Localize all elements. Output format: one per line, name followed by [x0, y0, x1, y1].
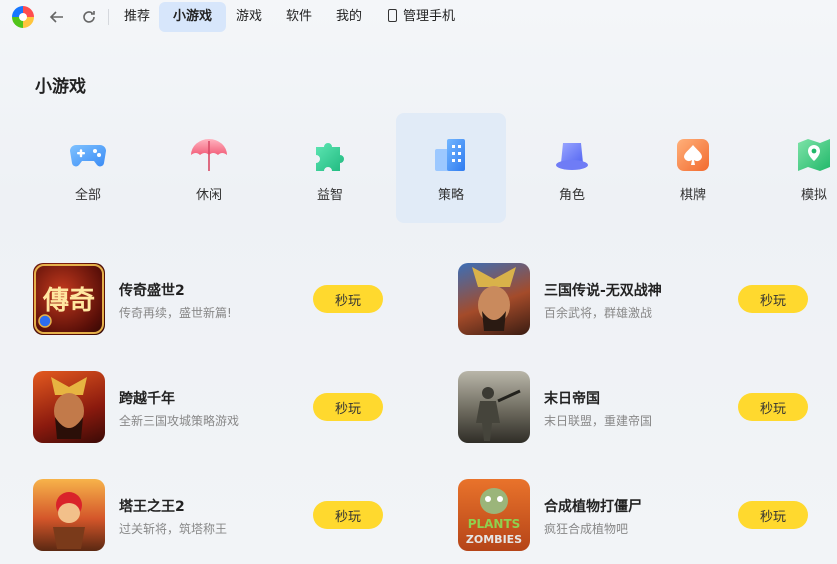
list-item[interactable]: 跨越千年 全新三国攻城策略游戏 秒玩 [33, 371, 393, 445]
category-label: 角色 [558, 188, 585, 203]
instant-play-button[interactable]: 秒玩 [313, 501, 383, 529]
spade-card-icon [673, 135, 713, 175]
instant-play-button[interactable]: 秒玩 [738, 393, 808, 421]
game-description: 过关斩将，筑塔称王 [119, 522, 228, 536]
game-title: 跨越千年 [119, 391, 175, 407]
list-item[interactable]: 末日帝国 末日联盟，重建帝国 秒玩 [458, 371, 818, 445]
list-item[interactable]: PLANTS ZOMBIES 合成植物打僵尸 疯狂合成植物吧 秒玩 [458, 479, 818, 553]
game-thumbnail [33, 371, 105, 443]
puzzle-icon [310, 135, 350, 175]
gamepad-icon [68, 135, 108, 175]
plants-logo-text: PLANTS [468, 517, 521, 531]
category-casual[interactable]: 休闲 [154, 113, 264, 223]
game-title: 传奇盛世2 [119, 283, 185, 299]
instant-play-button[interactable]: 秒玩 [313, 393, 383, 421]
back-arrow-icon[interactable] [46, 6, 68, 28]
manage-phone-button[interactable]: 管理手机 [380, 2, 463, 32]
category-strategy[interactable]: 策略 [396, 113, 506, 223]
category-label: 棋牌 [679, 188, 706, 203]
legend-logo-text: 傳奇 [42, 286, 95, 316]
category-label: 休闲 [195, 188, 222, 203]
category-label: 益智 [316, 188, 343, 203]
game-thumbnail [33, 479, 105, 551]
nav-divider [108, 9, 109, 25]
umbrella-icon [189, 135, 229, 175]
category-simulation[interactable]: 模拟 [759, 113, 837, 223]
game-description: 全新三国攻城策略游戏 [119, 414, 240, 428]
hat-icon [552, 135, 592, 175]
category-all[interactable]: 全部 [33, 113, 143, 223]
refresh-icon[interactable] [78, 6, 100, 28]
category-label: 策略 [437, 188, 464, 203]
tab-software[interactable]: 软件 [278, 2, 320, 32]
zombies-logo-text: ZOMBIES [466, 533, 522, 546]
top-bar: 推荐 小游戏 游戏 软件 我的 管理手机 [0, 0, 837, 34]
tab-recommend[interactable]: 推荐 [116, 2, 158, 32]
game-title: 合成植物打僵尸 [544, 499, 642, 515]
map-pin-icon [794, 135, 834, 175]
phone-icon [388, 9, 397, 22]
game-title: 三国传说-无双战神 [544, 283, 662, 299]
list-item[interactable]: 傳奇 传奇盛世2 传奇再续，盛世新篇! 秒玩 [33, 263, 393, 337]
game-title: 末日帝国 [544, 391, 600, 407]
tab-mini-games[interactable]: 小游戏 [159, 2, 227, 32]
app-logo-icon [12, 6, 34, 28]
category-puzzle[interactable]: 益智 [275, 113, 385, 223]
instant-play-button[interactable]: 秒玩 [738, 501, 808, 529]
game-description: 百余武将，群雄激战 [544, 306, 653, 320]
page-title: 小游戏 [35, 77, 86, 97]
category-label: 模拟 [800, 188, 827, 203]
game-description: 传奇再续，盛世新篇! [119, 306, 232, 320]
category-label: 全部 [74, 188, 101, 203]
tab-games[interactable]: 游戏 [228, 2, 270, 32]
buildings-icon [431, 135, 471, 175]
game-thumbnail [458, 371, 530, 443]
tab-mine[interactable]: 我的 [328, 2, 370, 32]
game-description: 末日联盟，重建帝国 [544, 414, 653, 428]
category-chess-cards[interactable]: 棋牌 [638, 113, 748, 223]
category-role[interactable]: 角色 [517, 113, 627, 223]
list-item[interactable]: 三国传说-无双战神 百余武将，群雄激战 秒玩 [458, 263, 818, 337]
instant-play-button[interactable]: 秒玩 [738, 285, 808, 313]
game-title: 塔王之王2 [119, 499, 185, 515]
list-item[interactable]: 塔王之王2 过关斩将，筑塔称王 秒玩 [33, 479, 393, 553]
game-thumbnail: PLANTS ZOMBIES [458, 479, 530, 551]
game-thumbnail: 傳奇 [33, 263, 105, 335]
instant-play-button[interactable]: 秒玩 [313, 285, 383, 313]
game-thumbnail [458, 263, 530, 335]
manage-phone-label: 管理手机 [403, 9, 456, 24]
game-description: 疯狂合成植物吧 [544, 522, 629, 536]
